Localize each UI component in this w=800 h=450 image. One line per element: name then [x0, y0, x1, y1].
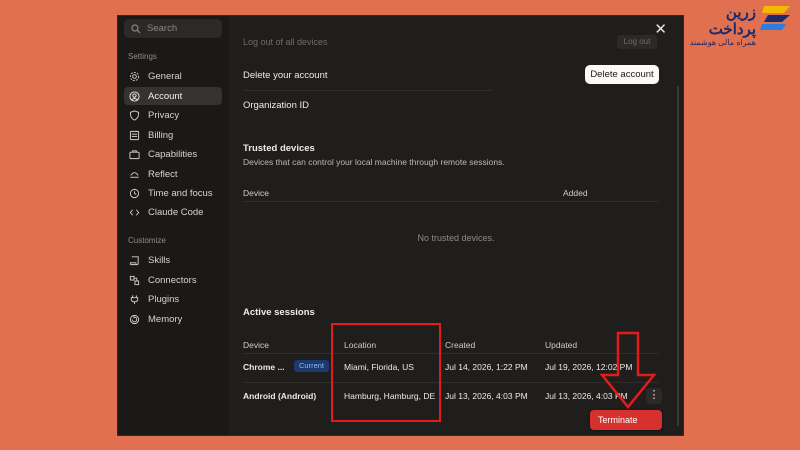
reflect-icon [130, 171, 139, 178]
search-input[interactable]: Search [124, 19, 222, 38]
session-created: Jul 13, 2026, 4:03 PM [445, 391, 528, 401]
sidebar-item-skills[interactable]: Skills [124, 251, 222, 269]
sidebar-item-label: Claude Code [148, 206, 204, 218]
card-icon [129, 130, 140, 140]
sidebar-item-connectors[interactable]: Connectors [124, 271, 222, 289]
active-sessions-title: Active sessions [243, 307, 315, 318]
brand-name: زرین پرداخت [708, 4, 756, 38]
sidebar-item-capabilities[interactable]: Capabilities [124, 145, 222, 163]
sidebar-item-billing[interactable]: Billing [124, 126, 222, 144]
brand-tagline: همراه مالی هوشمند [689, 38, 756, 47]
sidebar-item-label: Plugins [148, 293, 180, 305]
memory-icon [129, 314, 140, 324]
sidebar-item-label: Privacy [148, 109, 180, 121]
sidebar-item-label: General [148, 70, 182, 82]
sidebar-item-account[interactable]: Account [124, 87, 222, 105]
sidebar-item-general[interactable]: General [124, 67, 222, 85]
shield-icon [129, 109, 140, 121]
session-device: Android (Android) [243, 391, 317, 401]
divider [243, 353, 659, 354]
gear-icon [129, 71, 140, 81]
briefcase-icon [129, 149, 140, 159]
trusted-devices-title: Trusted devices [243, 143, 315, 154]
delete-account-button[interactable]: Delete account [585, 65, 659, 84]
scroll-icon [129, 255, 139, 265]
trusted-col-added: Added [563, 188, 588, 198]
divider [243, 90, 493, 91]
sidebar-item-label: Skills [148, 254, 171, 266]
brand-logo: زرین پرداخت همراه مالی هوشمند [684, 4, 794, 47]
sidebar: Search Settings General Account Privacy … [118, 16, 229, 435]
sidebar-item-plugins[interactable]: Plugins [124, 290, 222, 308]
sidebar-item-reflect[interactable]: Reflect [124, 165, 222, 183]
search-icon [131, 23, 141, 33]
plug-icon [130, 294, 139, 304]
sessions-col-device: Device [243, 340, 269, 350]
logout-all-button[interactable]: Log out [617, 35, 657, 49]
terminate-button[interactable]: Terminate [590, 410, 662, 430]
connectors-icon [129, 275, 140, 285]
sidebar-item-claude-code[interactable]: Claude Code [124, 203, 222, 221]
trusted-col-device: Device [243, 188, 269, 198]
sidebar-item-privacy[interactable]: Privacy [124, 106, 222, 124]
sidebar-item-label: Billing [148, 129, 174, 141]
search-placeholder: Search [147, 23, 178, 34]
logout-all-label: Log out of all devices [243, 37, 328, 47]
sidebar-item-label: Memory [148, 313, 183, 325]
arrow-down-icon [600, 331, 657, 409]
close-icon[interactable]: ✕ [654, 22, 667, 37]
sessions-col-created: Created [445, 340, 476, 350]
current-badge: Current [294, 360, 330, 372]
location-highlight-box [331, 323, 441, 422]
organization-id-label: Organization ID [243, 100, 310, 111]
trusted-devices-description: Devices that can control your local mach… [243, 157, 505, 167]
brand-mark-icon [760, 6, 790, 30]
divider [243, 201, 659, 202]
sidebar-item-label: Reflect [148, 168, 178, 180]
settings-section-label: Settings [128, 52, 157, 61]
sidebar-item-memory[interactable]: Memory [124, 310, 222, 328]
clock-icon [129, 188, 140, 198]
sessions-col-updated: Updated [545, 340, 578, 350]
code-icon [129, 208, 140, 216]
session-created: Jul 14, 2026, 1:22 PM [445, 362, 528, 372]
sidebar-item-label: Account [148, 90, 183, 102]
customize-section-label: Customize [128, 236, 166, 245]
sidebar-item-label: Connectors [148, 274, 197, 286]
scrollbar[interactable] [677, 86, 679, 426]
divider [243, 382, 659, 383]
session-device: Chrome ... [243, 362, 285, 372]
delete-account-label: Delete your account [243, 70, 328, 81]
trusted-devices-empty: No trusted devices. [417, 233, 495, 243]
user-icon [129, 90, 140, 102]
sidebar-item-label: Time and focus [148, 187, 213, 199]
sidebar-item-label: Capabilities [148, 148, 198, 160]
sidebar-item-time-and-focus[interactable]: Time and focus [124, 184, 222, 202]
